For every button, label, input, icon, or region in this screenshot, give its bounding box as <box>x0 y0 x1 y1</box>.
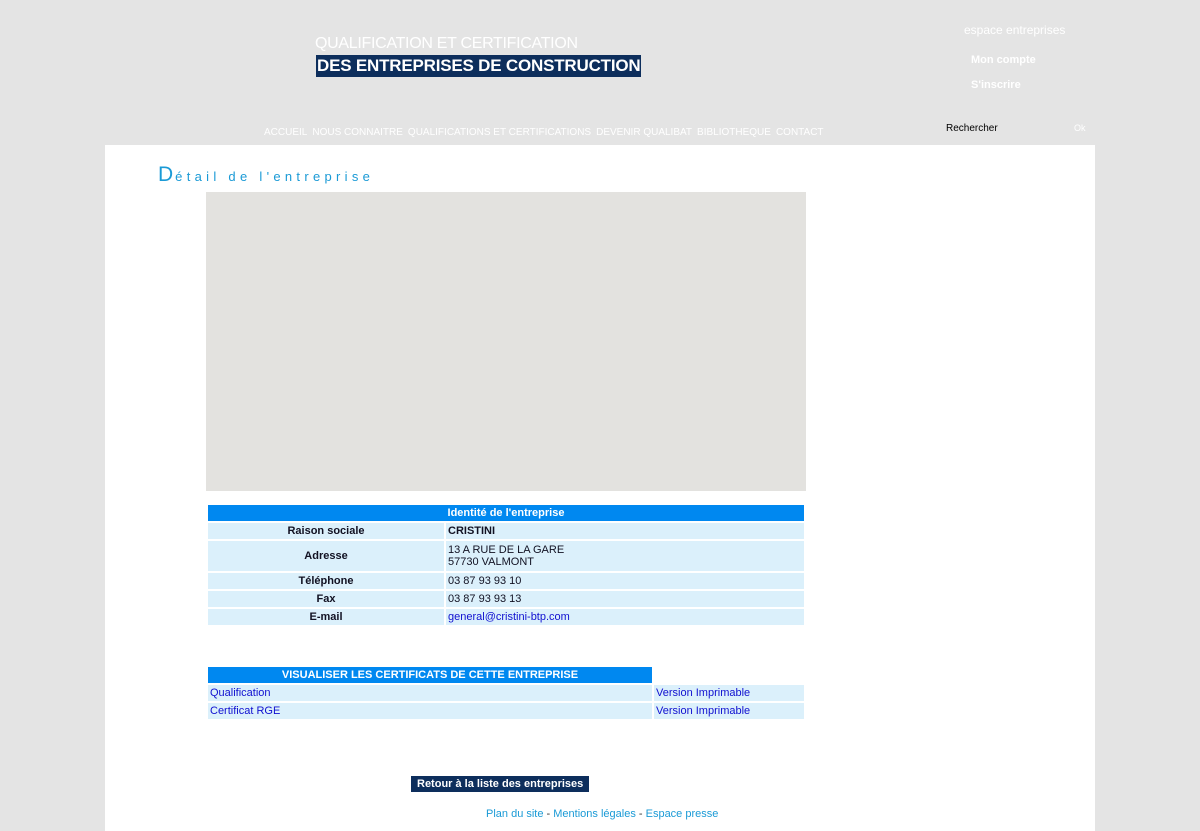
row-value: 13 A RUE DE LA GARE 57730 VALMONT <box>446 541 804 571</box>
table-row: Adresse 13 A RUE DE LA GARE 57730 VALMONT <box>208 541 804 571</box>
table-row: Téléphone 03 87 93 93 10 <box>208 573 804 589</box>
nav-contact[interactable]: CONTACT <box>776 127 824 138</box>
inscrire-link[interactable]: S'inscrire <box>971 79 1021 91</box>
back-to-list-button[interactable]: Retour à la liste des entreprises <box>411 776 590 792</box>
rge-link[interactable]: Certificat RGE <box>210 705 280 717</box>
address-line2: 57730 VALMONT <box>448 556 535 568</box>
email-link[interactable]: general@cristini-btp.com <box>448 611 570 623</box>
mentions-legales-link[interactable]: Mentions légales <box>553 808 636 820</box>
separator: - <box>543 808 554 820</box>
separator: - <box>635 808 646 820</box>
table-row: E-mail general@cristini-btp.com <box>208 609 804 625</box>
certificates-header: VISUALISER LES CERTIFICATS DE CETTE ENTR… <box>208 667 652 683</box>
table-row: Certificat RGE Version Imprimable <box>208 703 804 719</box>
empty-header <box>654 667 804 683</box>
nav-qualifications[interactable]: QUALIFICATIONS ET CERTIFICATIONS <box>408 127 591 138</box>
nav-devenir-qualibat[interactable]: DEVENIR QUALIBAT <box>596 127 692 138</box>
row-label: Raison sociale <box>208 523 444 539</box>
plan-du-site-link[interactable]: Plan du site <box>486 808 543 820</box>
search-input[interactable]: Rechercher <box>946 123 1066 134</box>
row-value: 03 87 93 93 10 <box>446 573 804 589</box>
print-version-link[interactable]: Version Imprimable <box>656 705 750 717</box>
nav-accueil[interactable]: ACCUEIL <box>264 127 307 138</box>
map-area[interactable] <box>206 192 806 491</box>
table-row: Raison sociale CRISTINI <box>208 523 804 539</box>
espace-presse-link[interactable]: Espace presse <box>646 808 719 820</box>
row-label: Adresse <box>208 541 444 571</box>
site-title-line2: DES ENTREPRISES DE CONSTRUCTION <box>316 55 642 77</box>
certificates-table: VISUALISER LES CERTIFICATS DE CETTE ENTR… <box>206 665 806 721</box>
row-value: CRISTINI <box>446 523 804 539</box>
table-row: Qualification Version Imprimable <box>208 685 804 701</box>
title-rest: étail de l'entreprise <box>175 169 375 184</box>
row-label: Téléphone <box>208 573 444 589</box>
title-initial: D <box>158 163 176 186</box>
row-value: 03 87 93 93 13 <box>446 591 804 607</box>
print-version-link[interactable]: Version Imprimable <box>656 687 750 699</box>
nav-bibliotheque[interactable]: BIBLIOTHEQUE <box>697 127 771 138</box>
main-nav: ACCUEIL NOUS CONNAITRE QUALIFICATIONS ET… <box>264 127 824 138</box>
address-line1: 13 A RUE DE LA GARE <box>448 544 565 556</box>
row-label: Fax <box>208 591 444 607</box>
mon-compte-link[interactable]: Mon compte <box>971 54 1036 66</box>
row-label: E-mail <box>208 609 444 625</box>
qualification-link[interactable]: Qualification <box>210 687 271 699</box>
espace-entreprises-label: espace entreprises <box>964 23 1066 37</box>
search-ok-button[interactable]: Ok <box>1074 123 1086 133</box>
site-title-line1: QUALIFICATION ET CERTIFICATION <box>315 35 578 52</box>
nav-nous-connaitre[interactable]: NOUS CONNAITRE <box>312 127 403 138</box>
footer: Plan du site - Mentions légales - Espace… <box>486 808 718 820</box>
identity-header: Identité de l'entreprise <box>208 505 804 521</box>
identity-table: Identité de l'entreprise Raison sociale C… <box>206 503 806 627</box>
page-title: Détail de l'entreprise <box>158 163 374 187</box>
table-row: Fax 03 87 93 93 13 <box>208 591 804 607</box>
